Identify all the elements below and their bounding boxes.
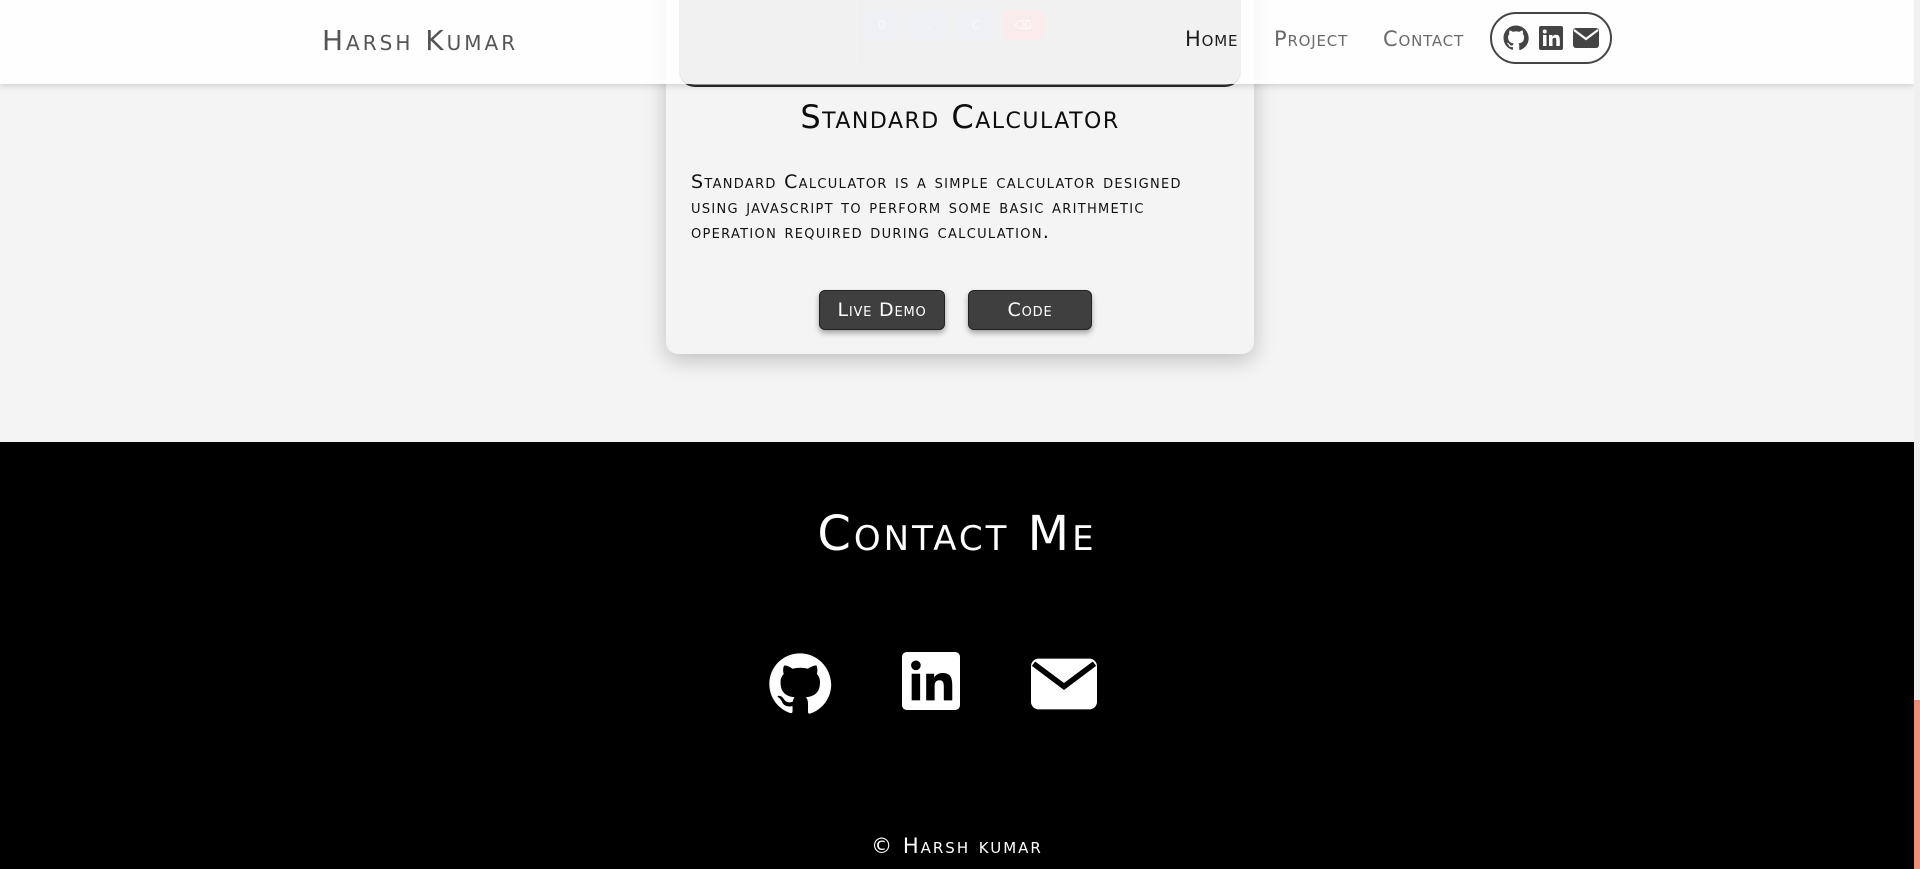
- nav-link-home[interactable]: Home: [1185, 27, 1238, 51]
- copyright-text: © Harsh kumar: [871, 834, 1043, 858]
- envelope-icon[interactable]: [1031, 652, 1097, 714]
- contact-title: Contact Me: [817, 506, 1097, 562]
- navbar: Harsh Kumar Home Project Contact: [0, 0, 1914, 84]
- github-icon[interactable]: [1503, 25, 1529, 51]
- nav-link-project[interactable]: Project: [1274, 27, 1348, 51]
- project-title: Standard Calculator: [800, 98, 1120, 136]
- linkedin-icon[interactable]: [902, 652, 960, 714]
- scrollbar[interactable]: [1914, 0, 1920, 869]
- nav-social-icons: [1490, 12, 1612, 64]
- scrollbar-thumb[interactable]: [1914, 700, 1920, 869]
- brand-logo[interactable]: Harsh Kumar: [322, 24, 518, 57]
- nav-link-contact[interactable]: Contact: [1383, 27, 1464, 51]
- github-icon[interactable]: [768, 652, 832, 720]
- code-button[interactable]: Code: [968, 290, 1092, 330]
- project-description: Standard Calculator is a simple calculat…: [691, 171, 1182, 243]
- contact-footer: Contact Me © Harsh kumar: [0, 442, 1914, 869]
- live-demo-button[interactable]: Live Demo: [819, 290, 945, 330]
- linkedin-icon[interactable]: [1539, 26, 1563, 50]
- envelope-icon[interactable]: [1573, 27, 1599, 49]
